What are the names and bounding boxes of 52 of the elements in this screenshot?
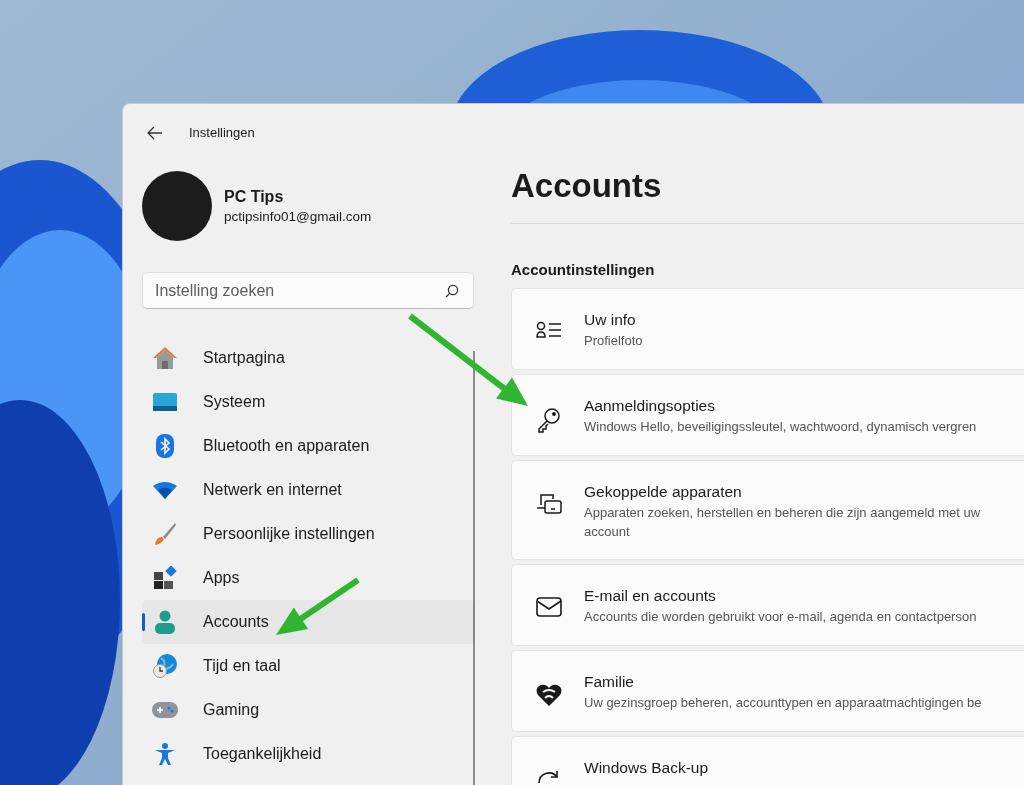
- nav-item[interactable]: Startpagina: [142, 336, 474, 380]
- family-heart-icon: [536, 683, 562, 708]
- section-heading: Accountinstellingen: [511, 261, 656, 278]
- back-arrow-icon: [147, 125, 163, 140]
- card-title: Uw info: [584, 311, 637, 329]
- person-list-icon: [536, 321, 562, 339]
- nav-item[interactable]: Apps: [142, 556, 474, 600]
- nav-item[interactable]: Accounts: [142, 600, 474, 644]
- globe-clock-icon: [153, 654, 177, 678]
- card-title: Aanmeldingsopties: [584, 396, 716, 415]
- card-description: Accounts die worden gebruikt voor e-mail, agenda en contactperson: [584, 608, 977, 627]
- scrollbar[interactable]: [473, 351, 475, 785]
- settings-card[interactable]: Gekoppelde apparaten Apparaten zoeken, herstellen en beheren die zijn aangemeld met uw account: [511, 459, 1024, 561]
- settings-card[interactable]: Uw info Profielfoto: [511, 288, 1024, 370]
- nav-item[interactable]: Tijd en taal: [142, 644, 474, 688]
- card-title: Windows Back-up: [584, 759, 709, 778]
- search-field[interactable]: Instelling zoeken: [142, 272, 474, 309]
- settings-card[interactable]: E-mail en accounts Accounts die worden gebruikt voor e-mail, agenda en contactperson: [511, 564, 1024, 647]
- window-title: Instellingen: [189, 125, 255, 140]
- house-icon: [152, 346, 178, 370]
- paintbrush-icon: [153, 522, 177, 546]
- nav-item[interactable]: Bluetooth en apparaten: [142, 424, 474, 468]
- settings-card[interactable]: Familie Uw gezinsgroep beheren, accounttypen en apparaatmachtigingen be: [511, 650, 1024, 733]
- profile-email: pctipsinfo01@gmail.com: [224, 209, 372, 224]
- selection-indicator: [142, 613, 145, 631]
- envelope-icon: [536, 597, 562, 618]
- devices-icon: [536, 492, 562, 515]
- card-description: Windows Hello, beveiligingssleutel, wachtwoord, dynamisch vergren: [584, 417, 977, 436]
- accessibility-icon: [153, 742, 177, 766]
- gamepad-icon: [152, 702, 178, 718]
- nav-item[interactable]: Netwerk en internet: [142, 468, 474, 512]
- bluetooth-icon: [156, 434, 174, 458]
- card-description: Profielfoto: [584, 332, 643, 350]
- key-icon: [536, 406, 562, 433]
- wifi-icon: [153, 481, 177, 499]
- page-title: Accounts: [511, 167, 663, 205]
- settings-card[interactable]: Windows Back-up: [511, 736, 1024, 785]
- nav-item[interactable]: Gaming: [142, 688, 474, 732]
- settings-card[interactable]: Aanmeldingsopties Windows Hello, beveiligingssleutel, wachtwoord, dynamisch vergren: [511, 373, 1024, 456]
- apps-icon: [153, 566, 177, 590]
- card-title: E-mail en accounts: [584, 587, 717, 606]
- nav-item[interactable]: Systeem: [142, 380, 474, 424]
- person-icon: [154, 610, 176, 634]
- search-icon: [445, 284, 459, 298]
- profile-name: PC Tips: [224, 188, 285, 206]
- monitor-icon: [153, 393, 177, 411]
- card-description: Apparaten zoeken, herstellen en beheren die zijn aangemeld met uw account: [584, 503, 982, 541]
- card-description: Uw gezinsgroep beheren, accounttypen en apparaatmachtigingen be: [584, 694, 982, 713]
- nav-item[interactable]: Persoonlijke instellingen: [142, 512, 474, 556]
- card-title: Gekoppelde apparaten: [584, 482, 743, 501]
- card-title: Familie: [584, 673, 635, 692]
- nav-item[interactable]: Toegankelijkheid: [142, 732, 474, 776]
